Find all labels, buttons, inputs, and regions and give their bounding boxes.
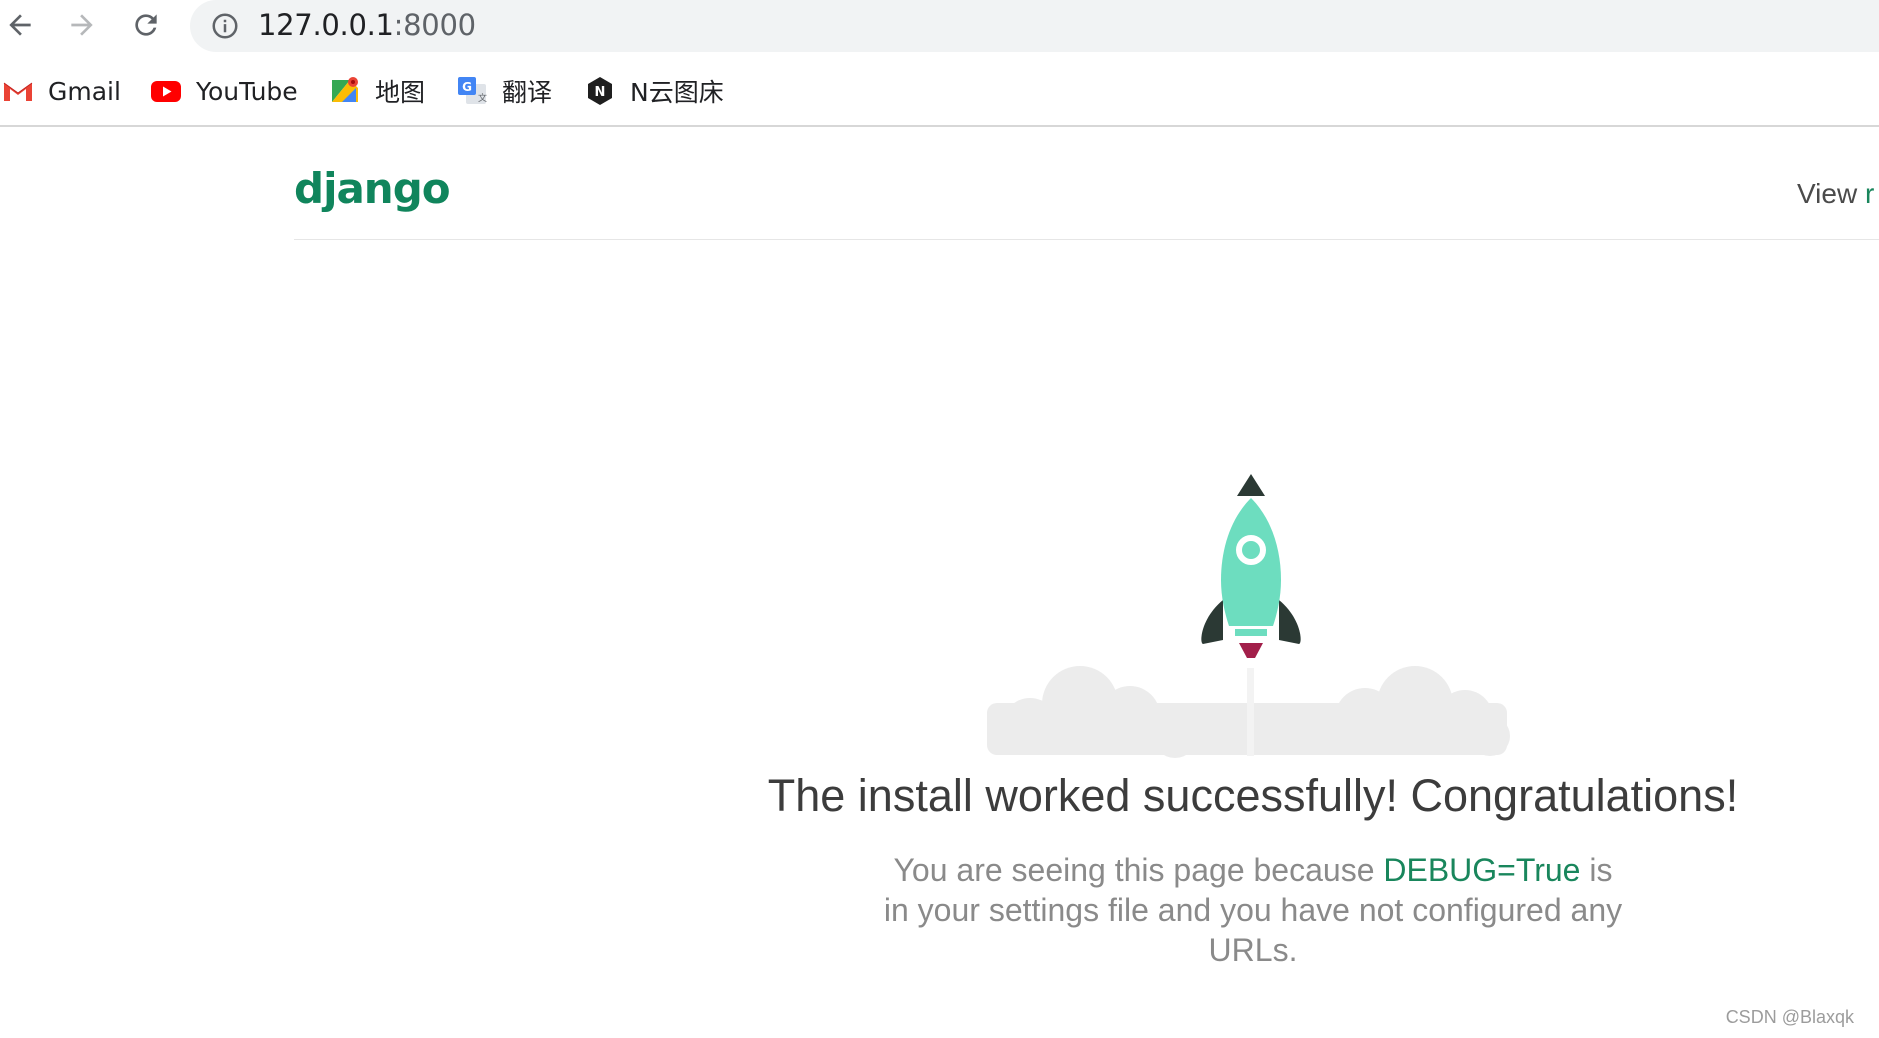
bookmark-youtube[interactable]: YouTube [150,72,298,110]
bookmark-label: N云图床 [630,78,724,107]
gmail-icon [3,82,33,101]
forward-button[interactable] [62,5,102,45]
svg-text:G: G [462,80,472,94]
rocket-illustration [987,474,1510,758]
arrow-left-icon [9,14,31,36]
page-description: You are seeing this page because DEBUG=T… [880,850,1626,970]
svg-text:文: 文 [478,92,487,104]
address-bar[interactable]: 127.0.0.1:8000 [190,0,1879,52]
browser-divider [0,125,1879,127]
bookmarks-bar: Gmail YouTube 地图 G 文 翻译 N N云图床 [0,68,1879,114]
bookmark-maps[interactable]: 地图 [329,72,425,110]
url-text[interactable]: 127.0.0.1:8000 [258,8,476,42]
rocket-icon [1201,474,1301,658]
desc-prefix: You are seeing this page because [893,852,1384,888]
release-notes-link[interactable]: r [1865,178,1874,209]
bookmark-gmail[interactable]: Gmail [2,72,121,110]
reload-button[interactable] [126,5,166,45]
youtube-icon [151,81,181,102]
bookmark-nyun[interactable]: N N云图床 [584,72,724,110]
bookmark-label: Gmail [48,76,121,106]
page-header: django View r [294,160,1879,240]
debug-setting: DEBUG=True [1383,852,1581,888]
url-host: 127.0.0.1 [258,8,394,42]
bookmark-label: 翻译 [502,78,553,107]
browser-toolbar: 127.0.0.1:8000 [0,0,1879,58]
url-port: :8000 [393,8,476,42]
info-circle-icon[interactable] [210,11,240,41]
django-logo[interactable]: django [294,164,451,213]
exhaust-trail [1247,668,1254,756]
maps-icon [332,77,358,102]
back-button[interactable] [0,5,40,45]
bookmark-label: YouTube [196,76,298,106]
reload-icon [135,14,157,36]
arrow-right-icon [71,14,93,36]
bookmark-translate[interactable]: G 文 翻译 [456,72,552,110]
release-prefix: View [1797,178,1865,209]
page-title: The install worked successfully! Congrat… [767,770,1739,821]
watermark: CSDN @Blaxqk [1725,1007,1854,1027]
translate-icon: G 文 [458,77,487,104]
svg-text:N: N [595,85,606,100]
release-notes: View r [1797,178,1874,210]
nyun-icon: N [588,77,612,105]
bookmark-label: 地图 [375,78,426,107]
